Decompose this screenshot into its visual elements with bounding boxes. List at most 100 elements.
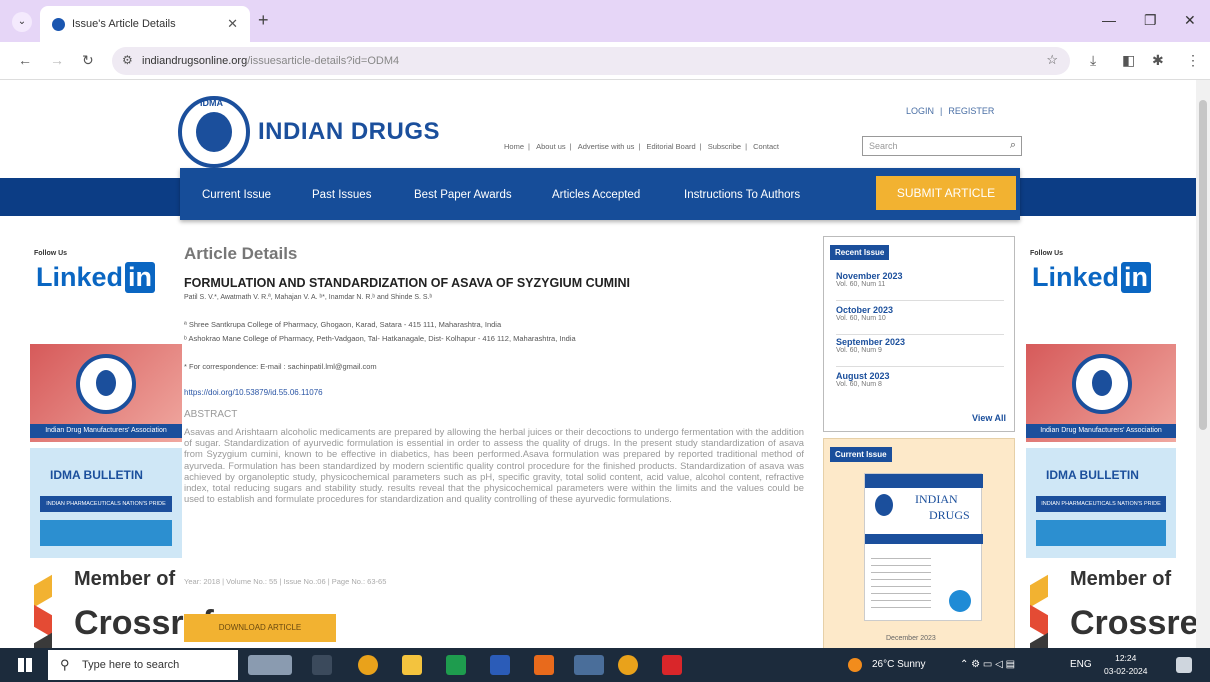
nav-current-issue[interactable]: Current Issue	[202, 189, 271, 201]
extensions-icon[interactable]: ✱	[1152, 52, 1164, 69]
cover-title-line1: INDIAN	[915, 492, 958, 506]
windows-taskbar: ⚲ Type here to search 26°C Sunny ⌃ ⚙ ▭ ◁…	[0, 648, 1210, 682]
doi-link[interactable]: https://doi.org/10.53879/id.55.06.11076	[184, 388, 323, 397]
idma-banner[interactable]: Indian Drug Manufacturers' Association	[1026, 344, 1176, 442]
cover-badge-icon	[949, 590, 971, 612]
issue-volume: Vol. 60, Num 8	[836, 381, 882, 388]
crossref-label: Crossref	[1070, 604, 1196, 642]
view-all-link[interactable]: View All	[972, 413, 1006, 423]
word-icon[interactable]	[490, 655, 510, 675]
weather-sun-icon[interactable]	[848, 658, 862, 672]
recent-issue-item[interactable]: August 2023 Vol. 60, Num 8	[836, 371, 1004, 401]
task-view-icon[interactable]	[312, 655, 332, 675]
bookmark-star-icon[interactable]: ☆	[1046, 52, 1058, 68]
idma-logo[interactable]: IDMA	[178, 96, 250, 168]
search-icon[interactable]: ⌕	[1010, 139, 1016, 152]
bulletin-footer	[40, 520, 172, 546]
clock-date: 03-02-2024	[1104, 666, 1148, 676]
back-icon[interactable]: ←	[18, 52, 32, 68]
idma-banner[interactable]: Indian Drug Manufacturers' Association	[30, 344, 182, 442]
crossref-badge[interactable]: Member of Crossref	[30, 568, 214, 648]
issue-month: September 2023	[836, 337, 906, 347]
recent-issue-panel: Recent Issue November 2023 Vol. 60, Num …	[823, 236, 1015, 432]
nav-past-issues[interactable]: Past Issues	[312, 189, 371, 201]
download-article-button[interactable]: DOWNLOAD ARTICLE	[184, 614, 336, 642]
crossref-badge[interactable]: Member of Crossref	[1026, 568, 1196, 648]
taskbar-search-input[interactable]: ⚲ Type here to search	[48, 650, 238, 680]
link-editorial-board[interactable]: Editorial Board	[646, 142, 695, 151]
linkedin-logo[interactable]: Linked in	[1032, 262, 1152, 293]
minimize-icon[interactable]: —	[1102, 12, 1116, 28]
idma-bulletin-banner[interactable]: IDMA BULLETIN INDIAN PHARMACEUTICALS NAT…	[1026, 448, 1176, 558]
close-tab-icon[interactable]: ✕	[227, 16, 238, 32]
nav-best-paper-awards[interactable]: Best Paper Awards	[414, 189, 512, 201]
language-indicator[interactable]: ENG	[1070, 659, 1092, 670]
link-home[interactable]: Home	[504, 142, 524, 151]
recent-issue-item[interactable]: September 2023 Vol. 60, Num 9	[836, 337, 1004, 367]
bulletin-subtitle: INDIAN PHARMACEUTICALS NATION'S PRIDE	[40, 496, 172, 512]
site-brand[interactable]: INDIAN DRUGS	[258, 118, 440, 146]
crossref-shape-icon	[1030, 574, 1048, 608]
issue-month: October 2023	[836, 305, 894, 315]
linkedin-word: Linked	[1032, 262, 1120, 292]
menu-kebab-icon[interactable]: ⋮	[1186, 52, 1200, 69]
site-search-input[interactable]: Search ⌕	[862, 136, 1022, 156]
close-window-icon[interactable]: ✕	[1184, 12, 1196, 29]
cover-top-band	[865, 474, 983, 488]
search-highlight-icon[interactable]	[248, 655, 292, 675]
scrollbar-thumb[interactable]	[1199, 100, 1207, 430]
weather-text[interactable]: 26°C Sunny	[872, 659, 925, 670]
file-explorer-icon[interactable]	[402, 655, 422, 675]
nav-articles-accepted[interactable]: Articles Accepted	[552, 189, 640, 201]
recent-issue-item[interactable]: November 2023 Vol. 60, Num 11	[836, 271, 1004, 301]
page-scrollbar[interactable]	[1196, 80, 1210, 648]
logo-text: IDMA	[200, 98, 223, 108]
register-link[interactable]: REGISTER	[948, 106, 994, 116]
notification-icon[interactable]	[1176, 657, 1192, 673]
login-link[interactable]: LOGIN	[906, 106, 934, 116]
forward-icon[interactable]: →	[50, 52, 64, 68]
nav-instructions-to-authors[interactable]: Instructions To Authors	[684, 189, 800, 201]
excel-icon[interactable]	[446, 655, 466, 675]
current-issue-cover[interactable]: INDIAN DRUGS	[864, 473, 983, 621]
tab-search-button[interactable]: ⌄	[12, 12, 32, 32]
download-icon[interactable]: ⤓	[1090, 52, 1096, 69]
crossref-member-label: Member of	[74, 568, 176, 590]
linkedin-in-icon: in	[1121, 262, 1152, 293]
abstract-text: Asavas and Arishtaarn alcoholic medicame…	[184, 426, 804, 505]
chrome-profile-icon[interactable]	[618, 655, 638, 675]
windows-start-icon[interactable]	[18, 658, 32, 672]
link-advertise[interactable]: Advertise with us	[578, 142, 635, 151]
link-contact[interactable]: Contact	[753, 142, 779, 151]
issue-month: November 2023	[836, 271, 903, 281]
favicon-icon	[52, 18, 65, 31]
reload-icon[interactable]: ↻	[82, 52, 94, 69]
active-chrome-icon[interactable]	[574, 655, 604, 675]
clock[interactable]: 12:24 03-02-2024	[1104, 652, 1147, 678]
submit-article-button[interactable]: SUBMIT ARTICLE	[876, 176, 1016, 210]
follow-us-label: Follow Us	[34, 250, 68, 257]
article-authors: Patil S. V.*, Awatmath V. R.ª, Mahajan V…	[184, 294, 433, 301]
site-info-icon[interactable]: ⚙	[122, 53, 133, 67]
chrome-icon[interactable]	[358, 655, 378, 675]
link-subscribe[interactable]: Subscribe	[708, 142, 741, 151]
sidepanel-icon[interactable]: ◧	[1122, 52, 1135, 69]
browser-tab[interactable]: Issue's Article Details ✕	[40, 6, 250, 42]
page-title: Article Details	[184, 244, 298, 263]
issue-month: August 2023	[836, 371, 890, 381]
cover-title-line2: DRUGS	[929, 508, 970, 522]
restore-icon[interactable]: ❐	[1144, 12, 1157, 29]
acrobat-icon[interactable]	[662, 655, 682, 675]
recent-issue-item[interactable]: October 2023 Vol. 60, Num 10	[836, 305, 1004, 335]
idma-bulletin-banner[interactable]: IDMA BULLETIN INDIAN PHARMACEUTICALS NAT…	[30, 448, 182, 558]
system-tray-icons[interactable]: ⌃ ⚙ ▭ ◁ ▤	[960, 659, 1015, 670]
linkedin-logo[interactable]: Linked in	[36, 262, 156, 293]
bulletin-title: IDMA BULLETIN	[1046, 468, 1139, 482]
address-bar[interactable]: ⚙ indiandrugsonline.org/issuesarticle-de…	[112, 47, 1070, 75]
pen-app-icon[interactable]	[534, 655, 554, 675]
bulletin-subtitle: INDIAN PHARMACEUTICALS NATION'S PRIDE	[1036, 496, 1166, 512]
affiliation-b: ᵇ Ashokrao Mane College of Pharmacy, Pet…	[184, 334, 576, 343]
correspondence: * For correspondence: E-mail : sachinpat…	[184, 362, 377, 371]
new-tab-button[interactable]: +	[258, 10, 269, 31]
link-about[interactable]: About us	[536, 142, 566, 151]
